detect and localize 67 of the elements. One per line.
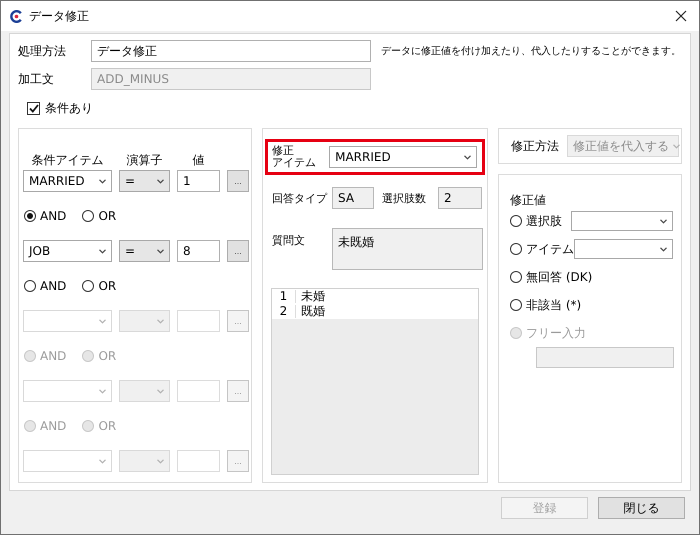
dropdown[interactable]: MARRIED [23,170,112,192]
input-field[interactable] [177,310,220,332]
input-field[interactable]: 1 [177,170,220,192]
input-field[interactable] [177,380,220,402]
dropdown[interactable] [119,380,170,402]
field-label: 処理方法 [18,42,67,60]
input-field[interactable]: データ修正 [91,40,371,62]
input-field[interactable]: 8 [177,240,220,262]
caret-icon [157,248,164,254]
radio-button[interactable]: 選択肢 [510,212,562,230]
radio-button[interactable]: AND [24,209,66,223]
field-label: 加工文 [18,70,55,88]
dropdown[interactable]: JOB [23,240,112,262]
section-title: 修正値 [510,193,547,207]
caret-icon [157,178,164,184]
caret-icon [660,218,667,224]
browse-button[interactable]: ... [227,170,249,192]
radio-button[interactable]: アイテム [510,240,574,258]
caret-icon [99,178,106,184]
window-title: データ修正 [29,8,90,24]
browse-button[interactable]: ... [227,240,249,262]
caret-icon [464,154,471,160]
info-field: SA [332,187,374,209]
field-label: 修正 アイテム [272,145,317,169]
column-header: 値 [192,152,206,169]
logo-icon [10,10,23,22]
caret-icon [673,144,680,148]
radio-button[interactable]: OR [82,209,116,223]
caret-icon [157,318,164,324]
close-button[interactable] [673,8,689,24]
close-icon [675,10,687,22]
dialog-button[interactable]: 閉じる [598,497,685,519]
checkbox[interactable]: 条件あり [27,101,93,115]
input-field[interactable] [177,450,220,472]
info-field: 2 [438,187,482,209]
field-label: 修正方法 [511,138,559,154]
choice-number: 2 [272,305,296,318]
choice-label: 既婚 [300,303,325,320]
caret-icon [157,388,164,394]
caret-icon [99,458,106,464]
caret-icon [99,388,106,394]
dropdown[interactable]: = [119,240,170,262]
choice-list[interactable]: 1 未婚 2 既婚 [271,288,479,475]
radio-button[interactable]: OR [82,279,116,293]
choice-label: 未婚 [300,288,325,305]
field-label: 選択肢数 [382,190,427,206]
question-box: 未既婚 [332,228,483,270]
dropdown[interactable] [571,211,673,231]
radio-button[interactable]: 非該当 (*) [510,296,582,314]
description-text: データに修正値を付け加えたり、代入したりすることができます。 [380,44,682,58]
caret-icon [99,248,106,254]
dropdown[interactable]: = [119,170,170,192]
dropdown[interactable] [574,239,673,259]
check-icon [28,104,38,112]
dropdown[interactable] [119,310,170,332]
column-header: 条件アイテム [30,152,104,169]
choice-number: 1 [272,290,296,303]
caret-icon [660,246,667,252]
column-header: 演算子 [126,152,164,169]
field-label: 質問文 [272,233,306,248]
dropdown[interactable]: MARRIED [329,146,477,168]
radio-button[interactable]: AND [24,279,66,293]
field-label: 回答タイプ [272,190,328,206]
radio-button[interactable]: 無回答 (DK) [510,268,592,286]
dropdown[interactable] [119,450,170,472]
caret-icon [99,318,106,324]
caret-icon [157,458,164,464]
